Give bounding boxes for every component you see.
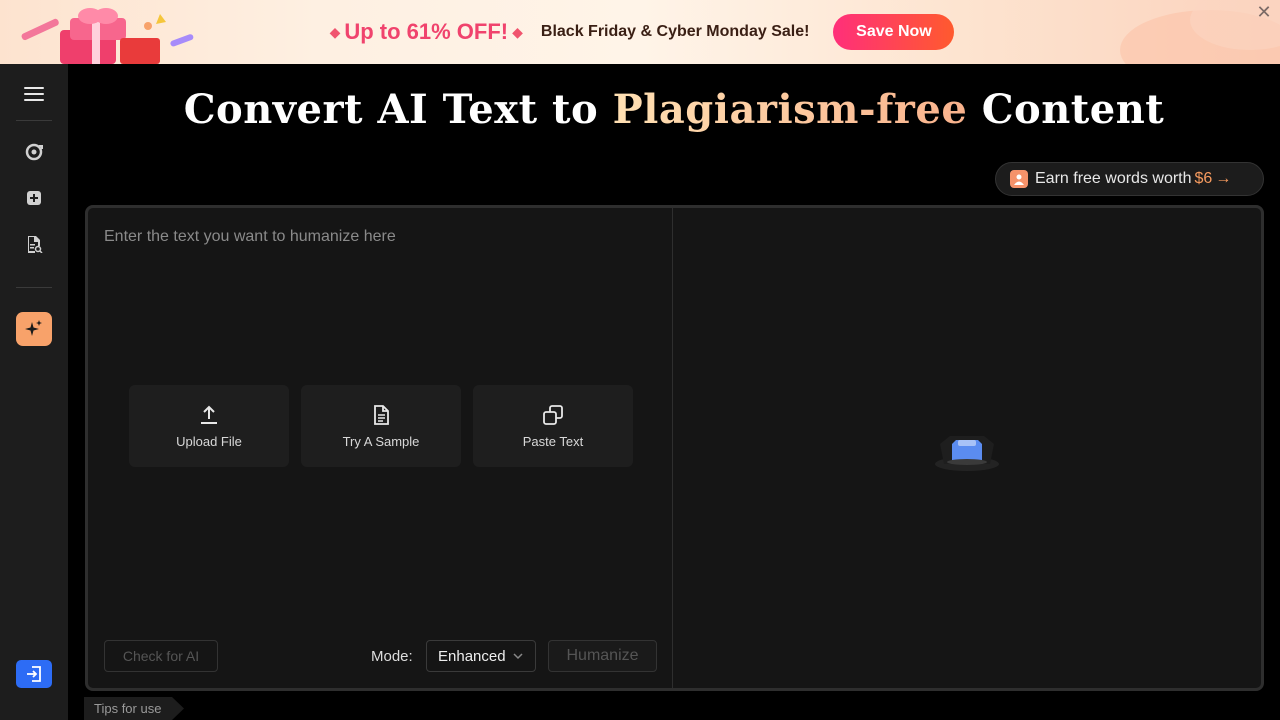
sidebar: [0, 64, 68, 720]
promo-sale-text: Black Friday & Cyber Monday Sale!: [540, 23, 810, 40]
save-now-button[interactable]: Save Now: [833, 14, 955, 50]
page-title: Convert AI Text to Plagiarism-free Conte…: [68, 86, 1280, 133]
earn-amount: $6: [1194, 170, 1213, 187]
earn-free-words-button[interactable]: Earn free words worth $6 →: [995, 162, 1264, 196]
login-icon: [27, 666, 41, 682]
plus-box-icon[interactable]: [22, 186, 46, 210]
gift-illustration: [21, 8, 194, 64]
chevron-down-icon: [513, 653, 523, 660]
paste-text-button[interactable]: Paste Text: [473, 385, 633, 467]
gift-card-icon: [1010, 170, 1028, 188]
text-input[interactable]: Enter the text you want to humanize here: [104, 228, 396, 246]
humanize-button[interactable]: Humanize: [548, 640, 657, 672]
mode-value: Enhanced: [438, 647, 506, 665]
refresh-icon[interactable]: [22, 140, 46, 164]
banner-decoration: [1120, 0, 1280, 64]
try-sample-label: Try A Sample: [342, 433, 420, 449]
sparkle-icon: [25, 320, 42, 336]
input-pane[interactable]: Enter the text you want to humanize here…: [88, 208, 673, 688]
promo-discount: Up to 61% OFF!: [344, 19, 509, 44]
title-part1: Convert AI Text to: [183, 86, 599, 133]
title-highlight: Plagiarism-free: [612, 86, 968, 133]
sparkle-icon: ◆: [329, 23, 341, 40]
close-icon[interactable]: ✕: [1254, 2, 1274, 22]
title-part2: Content: [981, 86, 1165, 133]
sparkle-icon: ◆: [512, 23, 523, 40]
document-icon: [374, 404, 389, 425]
mode-label: Mode:: [371, 648, 413, 665]
upload-file-button[interactable]: Upload File: [129, 385, 289, 467]
earn-label: Earn free words worth: [1035, 170, 1192, 187]
login-button[interactable]: [16, 660, 52, 688]
upload-file-label: Upload File: [176, 433, 242, 449]
empty-state-illustration: [935, 436, 999, 471]
check-for-ai-button[interactable]: Check for AI: [104, 640, 218, 672]
promo-banner: ◆ Up to 61% OFF! ◆ Black Friday & Cyber …: [0, 0, 1280, 64]
paste-text-label: Paste Text: [522, 433, 584, 449]
sidebar-divider: [16, 120, 52, 121]
document-search-icon[interactable]: [22, 232, 46, 256]
ai-humanizer-button[interactable]: [16, 312, 52, 346]
copy-icon: [543, 404, 563, 425]
mode-select[interactable]: Enhanced: [426, 640, 536, 672]
editor-panel: Enter the text you want to humanize here…: [85, 205, 1264, 691]
arrow-right-icon: →: [1215, 170, 1232, 187]
upload-icon: [201, 405, 217, 424]
try-sample-button[interactable]: Try A Sample: [301, 385, 461, 467]
sidebar-divider: [16, 287, 52, 288]
tips-for-use-tab[interactable]: Tips for use: [84, 697, 184, 720]
menu-icon[interactable]: [22, 82, 46, 106]
